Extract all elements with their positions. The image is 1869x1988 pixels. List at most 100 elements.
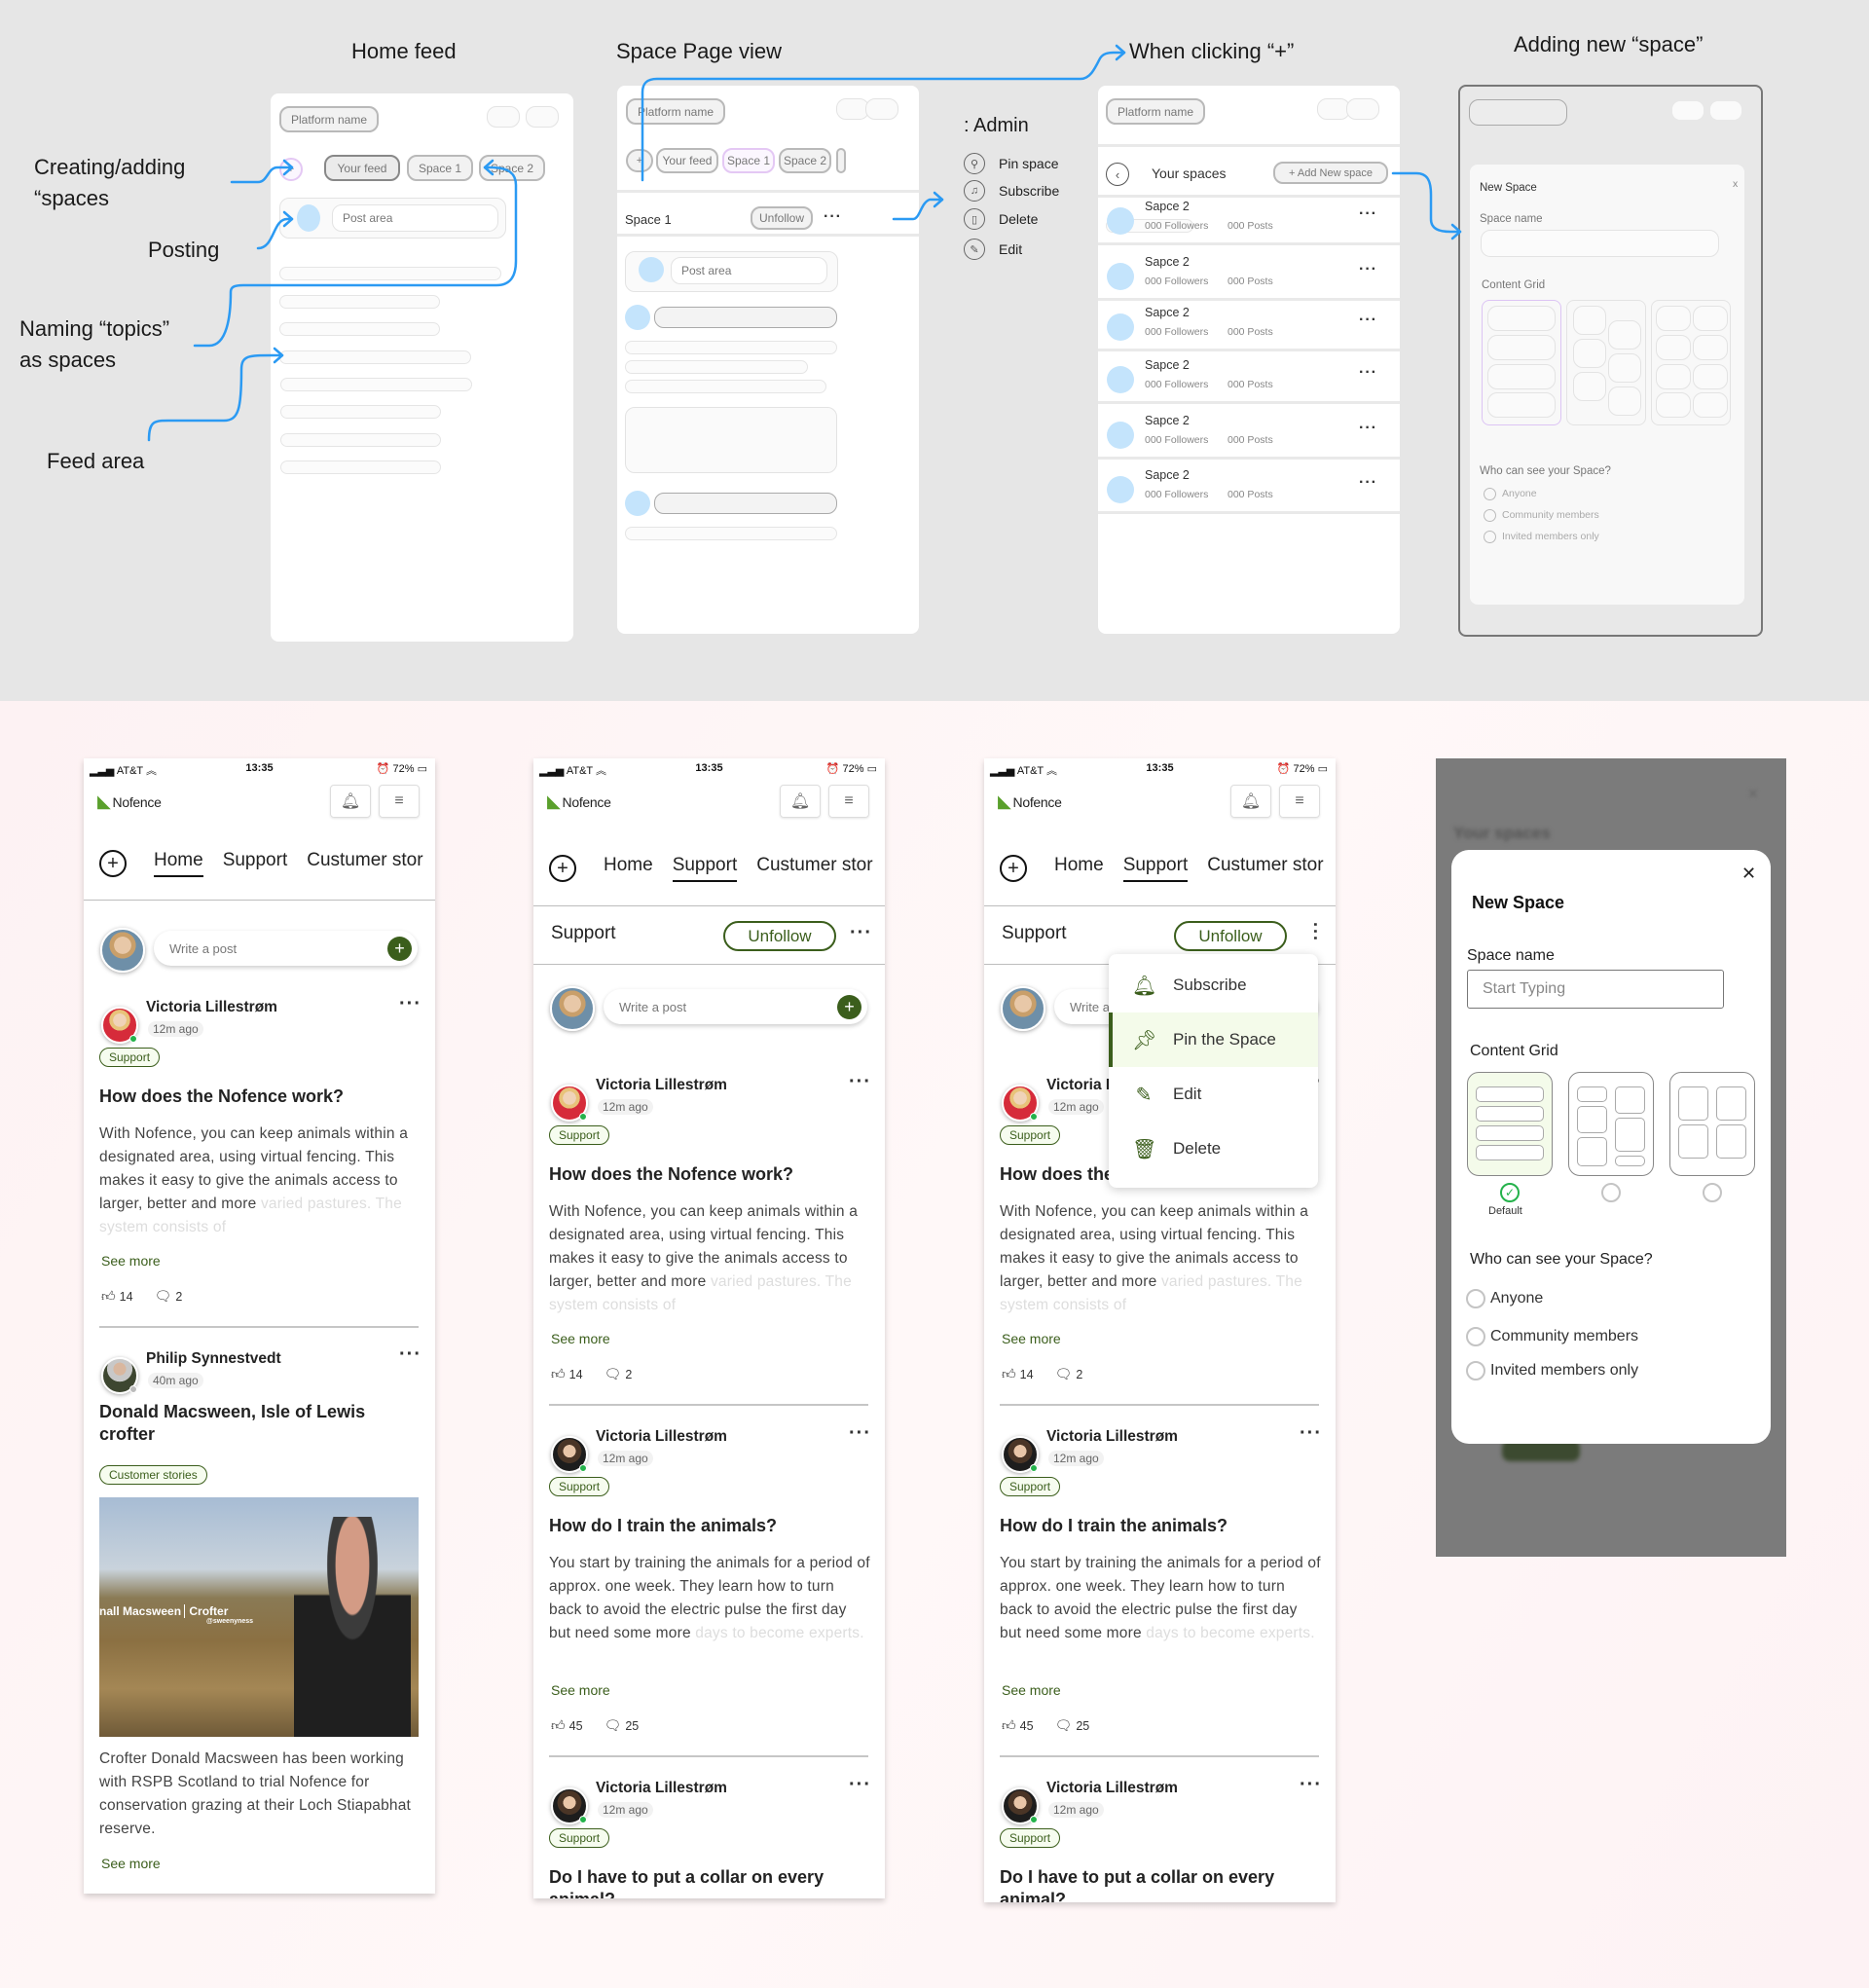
menu-item-delete[interactable]: 🗑︎ Delete (1109, 1122, 1318, 1176)
unfollow-button[interactable]: Unfollow (751, 206, 813, 230)
tab-space-1[interactable]: Space 1 (722, 148, 775, 173)
space-tag[interactable]: Support (549, 1477, 610, 1496)
menu-item-edit[interactable]: ✎ Edit (1109, 1067, 1318, 1122)
like-button[interactable]: 👍︎ 45 (1002, 1717, 1034, 1734)
back-icon[interactable]: ‹ (1106, 163, 1129, 186)
post-more-icon[interactable]: ··· (849, 1422, 871, 1445)
space-more-icon[interactable]: ··· (1359, 475, 1377, 491)
see-more-link[interactable]: See more (1002, 1682, 1061, 1698)
tab-space-2[interactable]: Space 2 (779, 148, 831, 173)
tab-your-feed[interactable]: Your feed (324, 155, 400, 181)
grid-option-masonry[interactable] (1566, 300, 1646, 425)
radio-anyone[interactable] (1484, 488, 1496, 500)
bell-icon[interactable]: 🔔︎ (330, 785, 371, 818)
comment-button[interactable]: 🗨︎ 2 (155, 1288, 183, 1305)
tab-space-1[interactable]: Space 1 (407, 155, 473, 181)
post-title[interactable]: How does the Nofence work? (549, 1163, 861, 1186)
grid-option-list[interactable] (1467, 1072, 1553, 1176)
menu-item-subscribe[interactable]: 🔔︎ Subscribe (1109, 958, 1318, 1012)
post-title[interactable]: Do I have to put a collar on every anima… (1000, 1866, 1311, 1902)
space-tag[interactable]: Customer stories (99, 1465, 207, 1485)
like-button[interactable]: 👍︎ 14 (101, 1288, 133, 1305)
tab-customer-stories[interactable]: Custumer stor (307, 850, 422, 877)
nofence-logo[interactable]: ◣ Nofence (547, 792, 611, 812)
space-tag[interactable]: Support (1000, 1125, 1061, 1145)
space-more-icon[interactable]: ··· (1305, 922, 1325, 942)
space-more-icon[interactable]: ··· (1359, 313, 1377, 328)
menu-icon[interactable]: ≡ (828, 785, 869, 818)
header-button[interactable] (836, 98, 869, 120)
space-name-input[interactable] (1481, 230, 1719, 257)
admin-item-edit[interactable]: ✎ Edit (964, 239, 1022, 260)
bell-icon[interactable]: 🔔︎ (1230, 785, 1271, 818)
header-button[interactable] (865, 98, 898, 120)
post-title[interactable]: Do I have to put a collar on every anima… (549, 1866, 861, 1898)
nofence-logo[interactable]: ◣ Nofence (97, 792, 162, 812)
header-button[interactable] (1317, 98, 1350, 120)
radio-community[interactable] (1484, 509, 1496, 522)
admin-item-pin[interactable]: ⚲ Pin space (964, 153, 1058, 174)
radio-anyone[interactable] (1466, 1289, 1485, 1308)
space-more-icon[interactable]: ··· (1359, 421, 1377, 436)
header-button[interactable] (1346, 98, 1379, 120)
tab-home[interactable]: Home (1054, 855, 1104, 882)
author-name[interactable]: Victoria Lillestrøm (596, 1780, 727, 1797)
see-more-link[interactable]: See more (101, 1253, 161, 1269)
author-name[interactable]: Philip Synnestvedt (146, 1350, 281, 1368)
see-more-link[interactable]: See more (1002, 1331, 1061, 1346)
see-more-link[interactable]: See more (551, 1682, 610, 1698)
menu-item-pin[interactable]: 📌︎ Pin the Space (1109, 1012, 1318, 1067)
add-space-button[interactable]: + (1000, 855, 1027, 882)
space-tag[interactable]: Support (99, 1048, 161, 1067)
write-post-input[interactable]: Write a post+ (154, 931, 418, 966)
like-button[interactable]: 👍︎ 14 (551, 1366, 583, 1382)
post-title[interactable]: How does the Nofence work? (99, 1086, 421, 1108)
menu-icon[interactable]: ≡ (379, 785, 420, 818)
radio-invited[interactable] (1484, 531, 1496, 543)
see-more-link[interactable]: See more (551, 1331, 610, 1346)
author-name[interactable]: Victoria Lillestrøm (1046, 1780, 1178, 1797)
like-button[interactable]: 👍︎ 45 (551, 1717, 583, 1734)
post-more-icon[interactable]: ··· (849, 1071, 871, 1093)
like-button[interactable]: 👍︎ 14 (1002, 1366, 1034, 1382)
grid-option-tiles[interactable] (1669, 1072, 1755, 1176)
author-name[interactable]: Victoria Lillestrøm (146, 999, 277, 1016)
post-area-input[interactable]: Post area (332, 204, 498, 232)
grid-option-tiles[interactable] (1651, 300, 1731, 425)
tab-customer-stories[interactable]: Custumer stor (1207, 855, 1323, 882)
add-space-button[interactable]: + (279, 158, 303, 181)
tab-customer-stories[interactable]: Custumer stor (756, 855, 872, 882)
tab-home[interactable]: Home (604, 855, 653, 882)
add-space-button[interactable]: + (549, 855, 576, 882)
radio-invited[interactable] (1466, 1361, 1485, 1381)
header-button[interactable] (487, 106, 520, 128)
post-title[interactable]: Donald Macsween, Isle of Lewis crofter (99, 1401, 411, 1446)
close-icon[interactable]: x (1733, 178, 1738, 190)
comment-button[interactable]: 🗨︎ 25 (1055, 1717, 1090, 1734)
space-name-input[interactable]: Start Typing (1467, 970, 1724, 1009)
space-more-icon[interactable]: ··· (850, 922, 872, 944)
add-post-button[interactable]: + (837, 995, 861, 1019)
post-title[interactable]: How do I train the animals? (1000, 1515, 1311, 1537)
author-name[interactable]: Victoria Lillestrøm (596, 1428, 727, 1446)
tab-your-feed[interactable]: Your feed (656, 148, 718, 173)
grid-radio[interactable] (1601, 1183, 1621, 1202)
space-tag[interactable]: Support (549, 1828, 610, 1848)
bell-icon[interactable]: 🔔︎ (780, 785, 821, 818)
post-more-icon[interactable]: ··· (1300, 1422, 1322, 1445)
tab-space-2[interactable]: Space 2 (479, 155, 545, 181)
tab-support[interactable]: Support (1122, 855, 1189, 882)
comment-button[interactable]: 🗨︎ 2 (605, 1366, 633, 1382)
tab-support[interactable]: Support (672, 855, 738, 882)
post-title[interactable]: How do I train the animals? (549, 1515, 861, 1537)
author-name[interactable]: Victoria Lillestrøm (596, 1077, 727, 1094)
tab-support[interactable]: Support (223, 850, 288, 877)
add-post-button[interactable]: + (387, 937, 412, 961)
see-more-link[interactable]: See more (101, 1856, 161, 1871)
radio-community[interactable] (1466, 1327, 1485, 1346)
grid-radio[interactable] (1703, 1183, 1722, 1202)
unfollow-button[interactable]: Unfollow (1174, 921, 1287, 951)
unfollow-button[interactable]: Unfollow (723, 921, 836, 951)
admin-item-subscribe[interactable]: ♫ Subscribe (964, 180, 1059, 202)
space-more-icon[interactable]: ··· (1359, 262, 1377, 277)
